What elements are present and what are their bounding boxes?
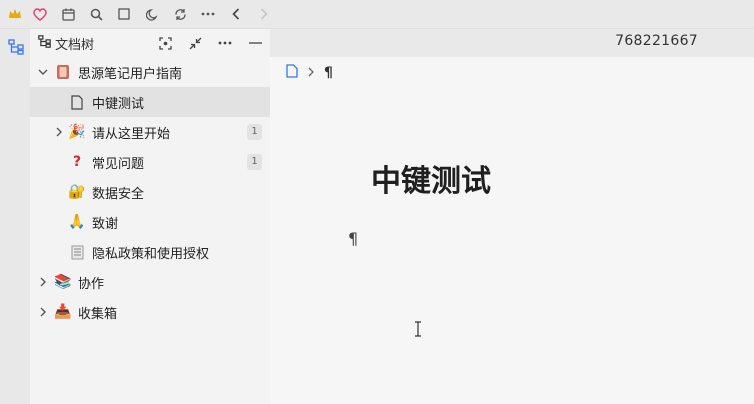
praying-hands-icon: 🙏	[68, 214, 86, 230]
breadcrumb: ¶	[286, 64, 333, 82]
moon-icon[interactable]	[138, 0, 166, 29]
more-icon[interactable]	[210, 29, 240, 57]
focus-icon[interactable]	[150, 29, 180, 57]
collapse-all-icon[interactable]	[180, 29, 210, 57]
notebook-label: 协作	[78, 276, 105, 292]
tree-item-label: 致谢	[92, 216, 119, 232]
file-tree-header-icon	[38, 34, 51, 52]
left-dock	[0, 29, 30, 404]
top-toolbar	[0, 0, 754, 29]
chevron-right-icon[interactable]	[36, 307, 50, 317]
notebook-row[interactable]: 📥 收集箱	[30, 297, 270, 327]
square-icon[interactable]	[110, 0, 138, 29]
more-icon[interactable]	[194, 0, 222, 29]
notebook-row[interactable]: 📚 协作	[30, 267, 270, 297]
tree-item-row[interactable]: 🔐 数据安全	[30, 177, 270, 207]
chevron-right-icon[interactable]	[36, 277, 50, 287]
inbox-tray-icon: 📥	[54, 304, 72, 320]
notebook-label: 思源笔记用户指南	[78, 66, 183, 82]
crown-icon[interactable]	[4, 0, 26, 29]
document-icon	[68, 243, 86, 261]
file-tree-header: 文档树	[30, 29, 270, 57]
paragraph-mark[interactable]: ¶	[348, 229, 358, 248]
chevron-down-icon[interactable]	[36, 69, 50, 75]
tree-item-row[interactable]: 中键测试	[30, 87, 270, 117]
question-mark-icon: ?	[72, 154, 82, 170]
tree-item-row[interactable]: 隐私政策和使用授权	[30, 237, 270, 267]
count-badge: 1	[247, 154, 262, 170]
notebook-label: 收集箱	[78, 306, 118, 322]
tree-item-row[interactable]: 🎉 请从这里开始 1	[30, 117, 270, 147]
tree-item-row[interactable]: 🙏 致谢	[30, 207, 270, 237]
tree-item-label: 隐私政策和使用授权	[92, 246, 210, 262]
party-popper-icon: 🎉	[68, 124, 86, 140]
chevron-right-icon[interactable]	[52, 127, 66, 137]
tree-item-label: 中键测试	[92, 96, 145, 112]
count-badge: 1	[247, 124, 262, 140]
tree-item-label: 常见问题	[92, 156, 145, 172]
tree-item-label: 请从这里开始	[92, 126, 171, 142]
chevron-right-icon	[308, 65, 314, 81]
search-icon[interactable]	[82, 0, 110, 29]
notebook-icon	[54, 63, 72, 81]
sync-icon[interactable]	[166, 0, 194, 29]
calendar-icon[interactable]	[54, 0, 82, 29]
file-icon	[68, 93, 86, 111]
breadcrumb-paragraph[interactable]: ¶	[324, 65, 333, 81]
books-icon: 📚	[54, 274, 72, 290]
forward-icon[interactable]	[250, 0, 278, 29]
file-icon[interactable]	[286, 64, 298, 82]
file-tree-panel: 文档树 思源笔记用户指南 中键测试 🎉 请从这里开始 1 ? 常见问题 1 🔐 …	[30, 29, 270, 404]
lock-key-icon: 🔐	[68, 184, 86, 200]
tree-item-label: 数据安全	[92, 186, 145, 202]
file-tree-icon[interactable]	[6, 37, 26, 57]
tree-item-row[interactable]: ? 常见问题 1	[30, 147, 270, 177]
text-cursor-icon	[414, 321, 422, 341]
document-id-label: 768221667	[615, 33, 698, 49]
app-window: 文档树 思源笔记用户指南 中键测试 🎉 请从这里开始 1 ? 常见问题 1 🔐 …	[0, 0, 754, 404]
editor-area[interactable]: ¶ 中键测试 ¶	[270, 57, 754, 404]
document-title[interactable]: 中键测试	[371, 156, 491, 200]
back-icon[interactable]	[222, 0, 250, 29]
notebook-row[interactable]: 思源笔记用户指南	[30, 57, 270, 87]
file-tree-title: 文档树	[55, 37, 95, 53]
heart-icon[interactable]	[26, 0, 54, 29]
editor-tab-bar: 768221667	[270, 29, 754, 57]
minimize-icon[interactable]	[240, 29, 270, 57]
